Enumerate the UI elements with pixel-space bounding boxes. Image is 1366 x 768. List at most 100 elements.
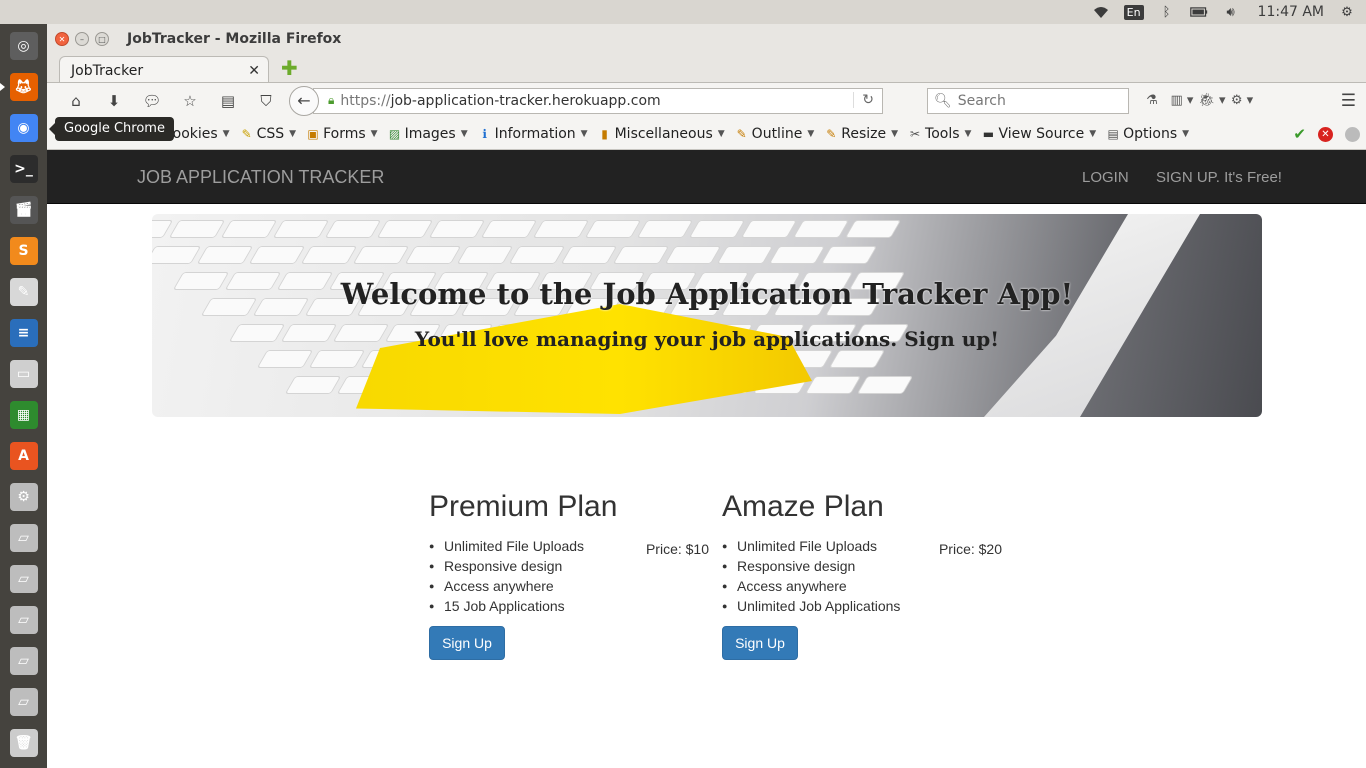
drive-icon: ▱ [9,688,38,716]
extension-bug-icon[interactable]: 🐞︎ ▾ [1197,88,1227,114]
system-settings-icon: ⚙ [9,483,38,511]
chevron-down-icon: ▼ [807,128,815,139]
status-circle-icon[interactable] [1345,126,1360,142]
launcher-terminal[interactable]: >_ [6,151,42,187]
launcher-drive-1[interactable]: ▱ [6,520,42,556]
hero-key-shape [804,376,862,394]
battery-icon[interactable] [1189,4,1208,20]
hamburger-menu-icon[interactable]: ☰ [1341,91,1356,111]
information-icon: ℹ [482,126,487,141]
url-scheme: https:// [340,92,391,109]
devbar-menu-miscellaneous[interactable]: ▮ Miscellaneous ▼ [594,126,731,142]
launcher-videos[interactable]: 🎬︎ [6,192,42,228]
nav-login-link[interactable]: LOGIN [1082,169,1129,186]
view-source-icon: ▬ [982,126,995,141]
search-input[interactable]: 🔍︎ Search [927,87,1129,114]
hero-key-shape [248,246,306,264]
devbar-menu-label: Miscellaneous [614,125,713,142]
launcher-trash[interactable]: 🗑︎ [6,725,42,761]
clock[interactable]: 11:47 AM [1258,4,1324,20]
launcher-system-settings[interactable]: ⚙ [6,479,42,515]
launcher-ubuntu-dash[interactable]: ◎ [6,28,42,64]
settings-gear-icon[interactable]: ⚙ [1338,4,1356,20]
back-arrow-icon: ← [297,91,311,110]
plan-feature: Unlimited File Uploads [722,536,1002,556]
devbar-menu-images[interactable]: ▨ Images ▼ [384,126,474,142]
extension-developer-icon[interactable]: ⚗ [1137,88,1167,114]
tab-strip: JobTracker ✕ ✚ [47,54,1366,84]
chat-icon[interactable]: 💬︎ [133,88,171,114]
devbar-menu-information[interactable]: ℹ Information ▼ [474,126,594,142]
launcher-drive-5[interactable]: ▱ [6,684,42,720]
chevron-down-icon: ▼ [964,128,972,139]
plan-feature: Responsive design [722,556,1002,576]
window-title: JobTracker - Mozilla Firefox [127,31,342,47]
extension-clipboard-icon[interactable]: ▥ ▾ [1167,88,1197,114]
launcher-libreoffice-calc[interactable]: ▦ [6,397,42,433]
site-brand[interactable]: JOB APPLICATION TRACKER [137,167,384,188]
devbar-menu-label: Outline [751,125,803,142]
launcher-sublime-text[interactable]: S [6,233,42,269]
hero-key-shape [352,246,410,264]
hero-key-shape [740,220,798,238]
devbar-menu-tools[interactable]: ✂ Tools ▼ [904,126,977,142]
hero-key-shape [456,246,514,264]
plan-feature-list: Unlimited File Uploads Responsive design… [429,536,709,616]
launcher-libreoffice-writer[interactable]: ≡ [6,315,42,351]
extension-gear-icon[interactable]: ⚙ ▾ [1227,88,1257,114]
back-button[interactable]: ← [289,85,319,116]
window-titlebar: ✕ – □ JobTracker - Mozilla Firefox [47,24,1366,54]
drive-icon: ▱ [9,565,38,593]
reload-icon[interactable]: ↻ [853,91,874,108]
valid-checkmark-icon[interactable]: ✔ [1293,125,1306,143]
keyboard-layout-indicator[interactable]: En [1123,4,1144,20]
software-center-icon: A [9,442,38,470]
error-x-icon[interactable]: ✕ [1318,126,1333,142]
devbar-menu-label: Forms [323,125,366,142]
chevron-down-icon: ▼ [289,128,297,139]
amaze-sign-up-button[interactable]: Sign Up [722,626,798,660]
launcher-drive-3[interactable]: ▱ [6,602,42,638]
calc-icon: ▦ [9,401,38,429]
devbar-menu-view-source[interactable]: ▬ View Source ▼ [977,126,1102,142]
launcher-google-chrome[interactable]: ◉ [6,110,42,146]
search-icon: 🔍︎ [934,92,952,109]
launcher-file-archive[interactable]: ▭ [6,356,42,392]
launcher-firefox[interactable]: 🦊︎ [0,69,42,105]
devbar-menu-resize[interactable]: ✎ Resize ▼ [820,126,904,142]
premium-sign-up-button[interactable]: Sign Up [429,626,505,660]
volume-icon[interactable]: 🔊︎ [1222,4,1240,20]
archive-icon: ▭ [9,360,38,388]
devbar-menu-css[interactable]: ✎ CSS ▼ [236,126,302,142]
launcher-ubuntu-software[interactable]: A [6,438,42,474]
new-tab-plus-icon[interactable]: ✚ [281,58,299,78]
window-close-button[interactable]: ✕ [55,32,69,46]
pocket-icon[interactable]: ⛉ [247,88,285,114]
tab-jobtracker[interactable]: JobTracker ✕ [59,56,269,84]
window-minimize-button[interactable]: – [75,32,89,46]
devbar-menu-forms[interactable]: ▣ Forms ▼ [302,126,383,142]
nav-signup-link[interactable]: SIGN UP. It's Free! [1156,169,1282,186]
writer-icon: ≡ [9,319,38,347]
bookmark-star-icon[interactable]: ☆ [171,88,209,114]
launcher-drive-4[interactable]: ▱ [6,643,42,679]
hero-key-shape [636,220,694,238]
devbar-menu-options[interactable]: ▤ Options ▼ [1102,126,1195,142]
plan-feature-list: Unlimited File Uploads Responsive design… [722,536,1002,616]
window-maximize-button[interactable]: □ [95,32,109,46]
devbar-menu-outline[interactable]: ✎ Outline ▼ [731,126,821,142]
home-icon[interactable]: ⌂ [57,88,95,114]
tab-close-icon[interactable]: ✕ [248,63,260,79]
wifi-icon[interactable] [1092,4,1110,20]
bluetooth-icon[interactable]: ᛒ [1158,4,1176,20]
unity-launcher: ◎ 🦊︎ ◉ >_ 🎬︎ S ✎ ≡ ▭ ▦ A ⚙ ▱ ▱ ▱ ▱ ▱ 🗑︎ [0,24,47,768]
launcher-drive-2[interactable]: ▱ [6,561,42,597]
outline-pencil-icon: ✎ [736,126,747,141]
hero-key-shape [560,246,618,264]
chevron-down-icon: ▼ [891,128,899,139]
hero-key-shape [664,246,722,264]
launcher-text-editor[interactable]: ✎ [6,274,42,310]
url-bar[interactable]: 🔒︎ https:// job-application-tracker.hero… [313,87,883,114]
downloads-icon[interactable]: ⬇ [95,88,133,114]
reading-list-icon[interactable]: ▤ [209,88,247,114]
